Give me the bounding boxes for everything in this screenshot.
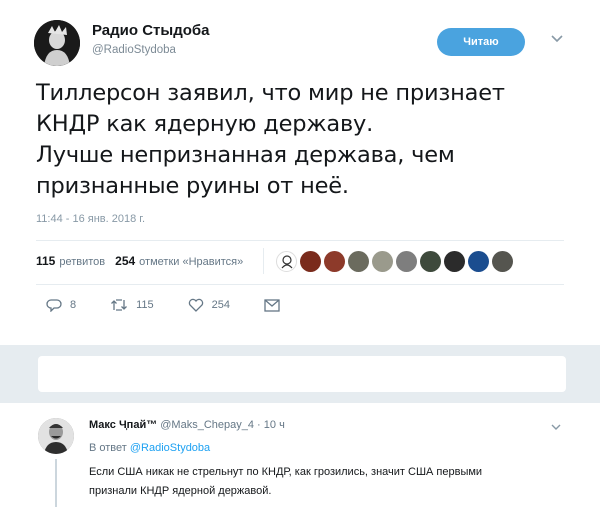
like-count: 254 [211,299,231,311]
divider [36,284,564,285]
liker-avatar[interactable] [468,250,490,272]
liker-avatar[interactable] [444,250,466,272]
main-tweet: Радио Стыдоба @RadioStydoba Читаю Тиллер… [0,0,600,345]
reply-time[interactable]: 10 ч [264,419,285,431]
reply-author-handle[interactable]: @Maks_Chepay_4 [160,419,254,431]
reply-text-line: Если США никак не стрельнут по КНДР, как… [89,466,483,478]
liker-avatar[interactable] [348,250,370,272]
retweets-label: ретвитов [59,256,106,268]
tweet-text: Тиллерсон заявил, что мир не признает КН… [36,78,576,202]
following-button[interactable]: Читаю [437,28,525,56]
liker-avatar[interactable] [396,250,418,272]
direct-message-action[interactable] [264,298,288,312]
reply-text: Если США никак не стрельнут по КНДР, как… [89,463,569,501]
tweet-actions: 8 115 254 [46,298,322,312]
liker-avatar[interactable] [324,250,346,272]
likes-label: отметки «Нравится» [139,256,244,268]
in-reply-to: В ответ @RadioStydoba [89,442,210,454]
reply-dot: · [257,419,261,431]
reply-tweet[interactable]: Макс Ч̹пай™ @Maks_Chepay_4 · 10 ч В отве… [0,403,600,510]
reply-input[interactable] [38,356,566,392]
tweet-text-line: Тиллерсон заявил, что мир не признает [36,80,505,106]
likers-avatars [276,250,514,272]
liker-avatar[interactable] [492,250,514,272]
reply-avatar[interactable] [38,418,74,454]
in-reply-mention[interactable]: @RadioStydoba [130,442,210,454]
direct-message-icon [264,298,280,312]
heart-icon [188,298,203,312]
reply-text-line: признали КНДР ядерной державой. [89,485,272,497]
retweets-stat[interactable]: 115 ретвитов [36,254,105,268]
tweet-text-line: Лучше непризнанная держава, чем [36,142,455,168]
likes-stat[interactable]: 254 отметки «Нравится» [115,254,243,268]
liker-avatar[interactable] [372,250,394,272]
tweet-text-line: КНДР как ядерную державу. [36,111,374,137]
liker-avatar[interactable] [420,250,442,272]
retweet-icon [111,299,128,311]
reply-header: Макс Ч̹пай™ @Maks_Chepay_4 · 10 ч [89,419,285,431]
tweet-stats: 115 ретвитов 254 отметки «Нравится» [36,246,514,276]
author-handle[interactable]: @RadioStydoba [92,44,176,56]
like-action[interactable]: 254 [188,298,230,312]
retweets-count: 115 [36,254,56,268]
author-name[interactable]: Радио Стыдоба [92,22,210,39]
reply-action[interactable]: 8 [46,298,76,312]
thread-line [55,459,57,507]
reply-count: 8 [70,299,77,311]
reply-author-name[interactable]: Макс Ч̹пай™ [89,419,157,431]
likes-count: 254 [115,254,136,268]
divider [36,240,564,241]
tweet-timestamp[interactable]: 11:44 - 16 янв. 2018 г. [36,213,145,225]
liker-avatar[interactable] [300,250,322,272]
stats-separator [263,248,265,274]
tweet-text-line: признанные руины от неё. [36,173,349,199]
author-avatar[interactable] [34,20,80,66]
retweet-action[interactable]: 115 [110,298,154,312]
chevron-down-icon[interactable] [550,32,564,46]
in-reply-prefix: В ответ [89,442,127,454]
chevron-down-icon[interactable] [550,421,562,433]
reply-icon [46,299,62,312]
liker-avatar[interactable] [276,250,298,272]
retweet-count: 115 [136,299,154,311]
